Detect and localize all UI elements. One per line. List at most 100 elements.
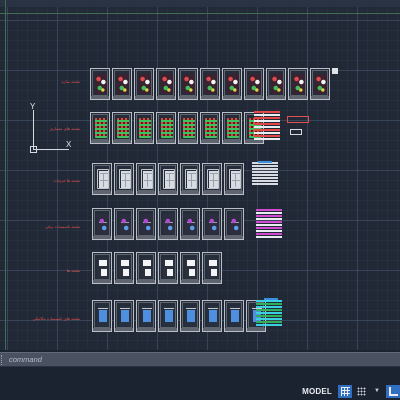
drawing-sheet[interactable] xyxy=(202,300,222,332)
drawing-sheet[interactable] xyxy=(180,208,200,240)
drawing-sheet[interactable] xyxy=(178,68,198,100)
floor-plan-thumbnail xyxy=(163,258,175,278)
floor-plan-thumbnail xyxy=(161,74,173,94)
drawing-sheet[interactable] xyxy=(202,163,222,195)
floor-plan-thumbnail xyxy=(315,74,327,94)
drawing-sheet[interactable] xyxy=(136,300,156,332)
sheet-row-structural xyxy=(90,68,330,100)
drawing-sheet[interactable] xyxy=(202,208,222,240)
title-block-tag xyxy=(287,116,309,123)
snap-dots-icon xyxy=(356,386,366,396)
drawing-sheet[interactable] xyxy=(114,300,134,332)
marker-box xyxy=(332,68,338,74)
floor-plan-thumbnail xyxy=(117,118,129,138)
drawing-sheet[interactable] xyxy=(136,208,156,240)
model-tab[interactable]: MODEL xyxy=(298,387,336,396)
world-x-axis-line xyxy=(0,13,400,14)
drawing-canvas[interactable]: Y X نقشه سازه نقشه های معماری نقشه ها جز… xyxy=(0,0,400,350)
floor-plan-thumbnail xyxy=(119,214,131,234)
floor-plan-thumbnail xyxy=(185,258,197,278)
drawing-sheet[interactable] xyxy=(114,163,134,195)
drawing-sheet[interactable] xyxy=(224,300,244,332)
drawing-sheet[interactable] xyxy=(200,68,220,100)
sheet-row-electrical xyxy=(92,208,244,240)
drawing-sheet[interactable] xyxy=(134,68,154,100)
drawing-sheet[interactable] xyxy=(136,163,156,195)
drawing-sheet[interactable] xyxy=(224,163,244,195)
floor-plan-thumbnail xyxy=(227,118,239,138)
floor-plan-thumbnail xyxy=(207,258,219,278)
row-label-5: نقشه ها xyxy=(66,268,80,273)
drawing-sheet[interactable] xyxy=(288,68,308,100)
drawing-sheet[interactable] xyxy=(114,252,134,284)
drawing-sheet[interactable] xyxy=(310,68,330,100)
drawing-sheet[interactable] xyxy=(90,112,110,144)
snap-dropdown-button[interactable]: ▼ xyxy=(370,385,384,398)
drawing-sheet[interactable] xyxy=(136,252,156,284)
drawing-sheet[interactable] xyxy=(92,300,112,332)
ucs-y-label: Y xyxy=(30,102,36,111)
drawing-sheet[interactable] xyxy=(134,112,154,144)
ortho-toggle-button[interactable] xyxy=(386,384,400,398)
drawing-sheet[interactable] xyxy=(158,300,178,332)
floor-plan-thumbnail xyxy=(271,74,283,94)
legend-table-details xyxy=(252,162,278,194)
sheet-row-details xyxy=(92,163,244,195)
status-bar-tools: MODEL ▼ xyxy=(298,384,400,398)
grid-toggle-button[interactable] xyxy=(338,384,352,398)
drawing-sheet[interactable] xyxy=(92,163,112,195)
floor-plan-thumbnail xyxy=(205,118,217,138)
floor-plan-thumbnail xyxy=(185,306,197,326)
ucs-x-label: X xyxy=(66,140,72,149)
drawing-sheet[interactable] xyxy=(180,252,200,284)
drawing-sheet[interactable] xyxy=(92,208,112,240)
drawing-sheet[interactable] xyxy=(158,163,178,195)
drawing-sheet[interactable] xyxy=(202,252,222,284)
floor-plan-thumbnail xyxy=(141,306,153,326)
floor-plan-thumbnail xyxy=(227,74,239,94)
drawing-sheet[interactable] xyxy=(222,68,242,100)
drawing-sheet[interactable] xyxy=(112,112,132,144)
drawing-sheet[interactable] xyxy=(178,112,198,144)
floor-plan-thumbnail xyxy=(185,214,197,234)
drawing-sheet[interactable] xyxy=(180,163,200,195)
command-line xyxy=(0,352,400,366)
floor-plan-thumbnail xyxy=(249,74,261,94)
drawing-sheet[interactable] xyxy=(112,68,132,100)
row-label-2: نقشه های معماری xyxy=(49,126,80,131)
floor-plan-thumbnail xyxy=(117,74,129,94)
chevron-down-icon: ▼ xyxy=(374,388,380,394)
blue-marker-details xyxy=(258,161,272,163)
sheet-row-mechanical xyxy=(92,300,266,332)
drawing-sheet[interactable] xyxy=(158,208,178,240)
drawing-sheet[interactable] xyxy=(222,112,242,144)
drawing-sheet[interactable] xyxy=(114,208,134,240)
drawing-sheet[interactable] xyxy=(180,300,200,332)
drawing-sheet[interactable] xyxy=(156,112,176,144)
world-y-axis-line xyxy=(5,0,6,350)
floor-plan-thumbnail xyxy=(207,306,219,326)
snap-toggle-button[interactable] xyxy=(354,385,368,398)
floor-plan-thumbnail xyxy=(205,74,217,94)
blue-marker-mechanical xyxy=(264,298,278,300)
drawing-sheet[interactable] xyxy=(156,68,176,100)
drawing-sheet[interactable] xyxy=(224,208,244,240)
drawing-sheet[interactable] xyxy=(92,252,112,284)
floor-plan-thumbnail xyxy=(119,306,131,326)
row-label-1: نقشه سازه xyxy=(61,79,80,84)
floor-plan-thumbnail xyxy=(163,169,175,189)
floor-plan-thumbnail xyxy=(207,169,219,189)
floor-plan-thumbnail xyxy=(95,74,107,94)
floor-plan-thumbnail xyxy=(139,74,151,94)
drawing-sheet[interactable] xyxy=(266,68,286,100)
legend-table-architectural xyxy=(254,111,280,143)
drawing-sheet[interactable] xyxy=(244,68,264,100)
floor-plan-thumbnail xyxy=(141,169,153,189)
floor-plan-thumbnail xyxy=(139,118,151,138)
floor-plan-thumbnail xyxy=(161,118,173,138)
drawing-sheet[interactable] xyxy=(158,252,178,284)
drawing-sheet[interactable] xyxy=(90,68,110,100)
drawing-sheet[interactable] xyxy=(200,112,220,144)
floor-plan-thumbnail xyxy=(183,74,195,94)
command-input[interactable] xyxy=(7,353,400,366)
